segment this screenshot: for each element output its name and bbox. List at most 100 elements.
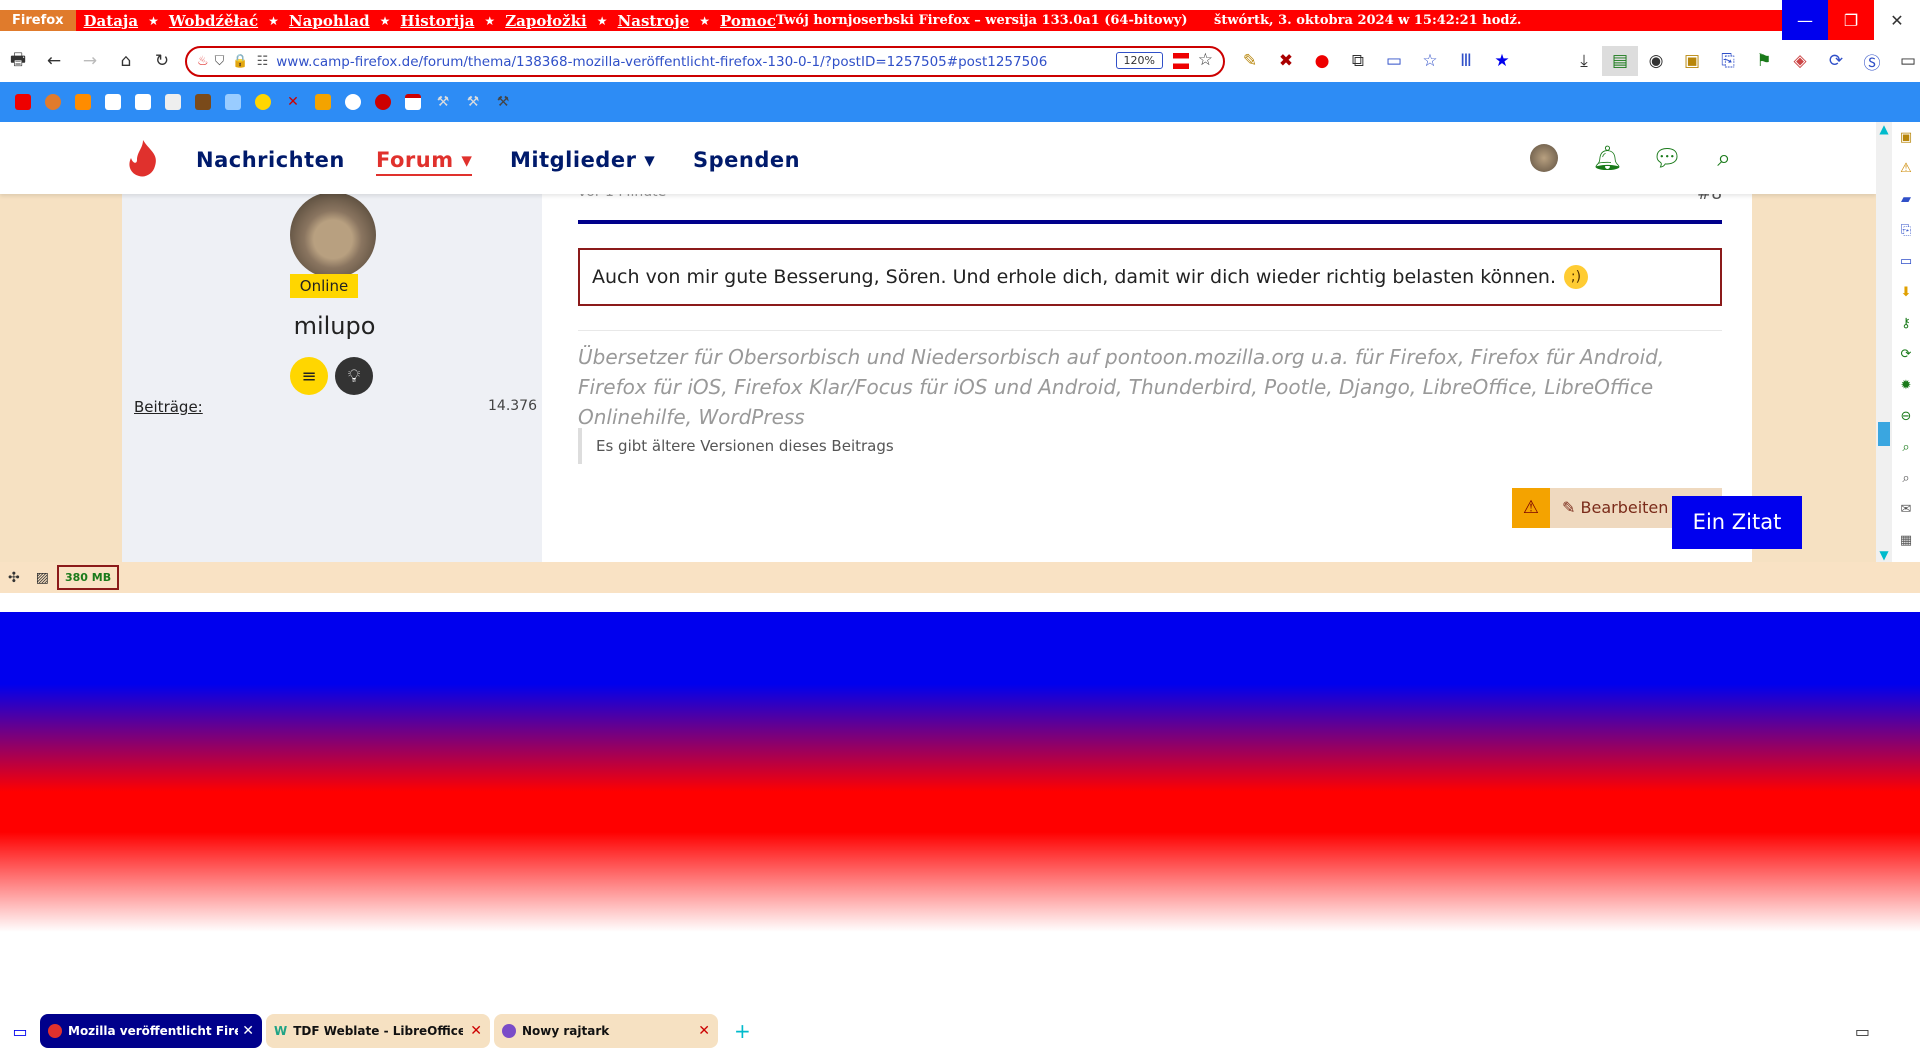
bookmark-doc-icon[interactable]: [308, 91, 338, 113]
tab-close-icon[interactable]: ✕: [242, 1023, 254, 1039]
reload-button[interactable]: ↻: [144, 46, 180, 76]
bookmark-grid-icon[interactable]: [158, 91, 188, 113]
print-icon[interactable]: 🖶: [0, 46, 36, 76]
flag-icon[interactable]: [1173, 53, 1189, 69]
menu-help[interactable]: Pomoc: [720, 12, 776, 30]
side-key-icon[interactable]: ⚷: [1892, 308, 1920, 339]
menu-edit[interactable]: Wobdźěłać: [169, 12, 258, 30]
side-warning-icon[interactable]: ⚠: [1892, 153, 1920, 184]
user-avatar[interactable]: [1530, 144, 1558, 172]
bookmarks-menu-icon[interactable]: ☆: [1412, 46, 1448, 76]
lock-icon[interactable]: 🔒: [232, 54, 248, 69]
side-green-star-icon[interactable]: ✹: [1892, 370, 1920, 401]
scroll-up-icon[interactable]: ▲: [1876, 122, 1892, 136]
forward-button[interactable]: →: [72, 46, 108, 76]
menu-file[interactable]: Dataja: [84, 12, 139, 30]
tab-mozilla[interactable]: Mozilla veröffentlicht Firefo ✕: [40, 1014, 262, 1048]
downloads-icon[interactable]: ⤓: [1566, 46, 1602, 76]
zoom-indicator[interactable]: 120%: [1115, 52, 1163, 69]
bookmark-x-icon[interactable]: ✕: [278, 91, 308, 113]
screenshot-icon[interactable]: ⎘: [1710, 46, 1746, 76]
tab-weblate[interactable]: W TDF Weblate - LibreOffice ✕: [266, 1014, 490, 1048]
side-minus-icon[interactable]: ⊖: [1892, 401, 1920, 432]
side-mail-icon[interactable]: ✉: [1892, 494, 1920, 525]
tab-overview-icon[interactable]: ▭: [0, 1022, 40, 1041]
restore-button[interactable]: ❐: [1828, 0, 1874, 40]
bookmark-s1-icon[interactable]: [98, 91, 128, 113]
bookmark-firefox-icon[interactable]: [38, 91, 68, 113]
page-scrollbar[interactable]: ▲ ▼: [1876, 122, 1892, 562]
side-folder-blue-icon[interactable]: ▰: [1892, 184, 1920, 215]
menu-bookmarks[interactable]: Zapołožki: [505, 12, 587, 30]
side-download-icon[interactable]: ⬇: [1892, 277, 1920, 308]
bookmark-calendar27-icon[interactable]: [398, 91, 428, 113]
side-share-icon[interactable]: ⎘: [1892, 215, 1920, 246]
notifications-bell-icon[interactable]: 🔔︎: [1592, 144, 1622, 172]
bookmark-weather-icon[interactable]: [248, 91, 278, 113]
side-search-icon[interactable]: ⌕: [1892, 463, 1920, 494]
author-name[interactable]: milupo: [272, 312, 397, 340]
side-search-plus-icon[interactable]: ⌕: [1892, 432, 1920, 463]
memory-usage[interactable]: 380 MB: [56, 565, 120, 590]
sidebar-toggle-icon[interactable]: ▤: [1602, 46, 1638, 76]
reader-view-icon[interactable]: ▭: [1376, 46, 1412, 76]
bookmark-tool2-icon[interactable]: ⚒: [458, 91, 488, 113]
nav-nachrichten[interactable]: Nachrichten: [196, 148, 345, 172]
older-versions-note[interactable]: Es gibt ältere Versionen dieses Beitrags: [578, 428, 894, 464]
author-badge-bulb-icon[interactable]: 💡︎: [335, 357, 373, 395]
home-button[interactable]: ⌂: [108, 46, 144, 76]
bookmark-keyboard-icon[interactable]: [218, 91, 248, 113]
extension-red-icon[interactable]: ●: [1304, 46, 1340, 76]
back-button[interactable]: ←: [36, 46, 72, 76]
nav-mitglieder[interactable]: Mitglieder ▾: [510, 148, 655, 172]
tab-list-icon[interactable]: ▭: [1855, 1022, 1870, 1041]
new-tab-plus-icon[interactable]: +: [734, 1019, 751, 1043]
nav-spenden[interactable]: Spenden: [693, 148, 800, 172]
author-badge-lines-icon[interactable]: ≡: [290, 357, 328, 395]
extensions-puzzle-icon[interactable]: ⧉: [1340, 46, 1376, 76]
url-text[interactable]: www.camp-firefox.de/forum/thema/138368-m…: [276, 54, 1047, 70]
scroll-thumb[interactable]: [1878, 422, 1890, 446]
bookmark-info-icon[interactable]: [338, 91, 368, 113]
bookmark-s2-icon[interactable]: [128, 91, 158, 113]
extension-x-icon[interactable]: ✖: [1268, 46, 1304, 76]
flag-green-icon[interactable]: ⚑: [1746, 46, 1782, 76]
quote-button[interactable]: Ein Zitat: [1672, 496, 1802, 549]
library-icon[interactable]: Ⅲ: [1448, 46, 1484, 76]
puzzle-status-icon[interactable]: ✣: [8, 570, 20, 586]
side-window-icon[interactable]: ▭: [1892, 246, 1920, 277]
tab-close-icon[interactable]: ✕: [698, 1023, 710, 1039]
site-identity-icon[interactable]: ♨: [197, 54, 209, 69]
author-avatar[interactable]: [290, 192, 376, 278]
nav-forum[interactable]: Forum ▾: [376, 148, 473, 176]
s-extension-icon[interactable]: Ⓢ: [1854, 46, 1890, 76]
tracking-shield-icon[interactable]: ⛉: [215, 54, 225, 69]
menu-tools[interactable]: Nastroje: [618, 12, 690, 30]
privacy-icon[interactable]: ◉: [1638, 46, 1674, 76]
notes-icon[interactable]: ✎: [1232, 46, 1268, 76]
bookmark-calendar-icon[interactable]: [8, 91, 38, 113]
conversations-icon[interactable]: 💬︎: [1652, 144, 1682, 172]
minimize-button[interactable]: —: [1782, 0, 1828, 40]
bookmark-chest-icon[interactable]: [188, 91, 218, 113]
report-warning-button[interactable]: ⚠: [1512, 488, 1550, 528]
camera-icon[interactable]: ▣: [1674, 46, 1710, 76]
camp-firefox-logo-icon[interactable]: [125, 138, 161, 178]
bookmark-tool3-icon[interactable]: ⚒: [488, 91, 518, 113]
menu-history[interactable]: Historija: [400, 12, 474, 30]
tab-new[interactable]: Nowy rajtark ✕: [494, 1014, 718, 1048]
bookmark-abp-icon[interactable]: [368, 91, 398, 113]
side-refresh-icon[interactable]: ⟳: [1892, 339, 1920, 370]
firefox-app-button[interactable]: Firefox: [0, 10, 76, 31]
bookmark-orange-icon[interactable]: [68, 91, 98, 113]
posts-label[interactable]: Beiträge:: [134, 398, 203, 416]
sync-icon[interactable]: ⟳: [1818, 46, 1854, 76]
image-status-icon[interactable]: ▨: [36, 570, 49, 586]
multi-account-icon[interactable]: ◈: [1782, 46, 1818, 76]
menu-view[interactable]: Napohlad: [289, 12, 370, 30]
close-window-button[interactable]: ✕: [1874, 0, 1920, 40]
side-image-icon[interactable]: ▦: [1892, 525, 1920, 556]
scroll-down-icon[interactable]: ▼: [1876, 548, 1892, 562]
permissions-icon[interactable]: ☷: [257, 54, 269, 69]
tab-close-icon[interactable]: ✕: [470, 1023, 482, 1039]
